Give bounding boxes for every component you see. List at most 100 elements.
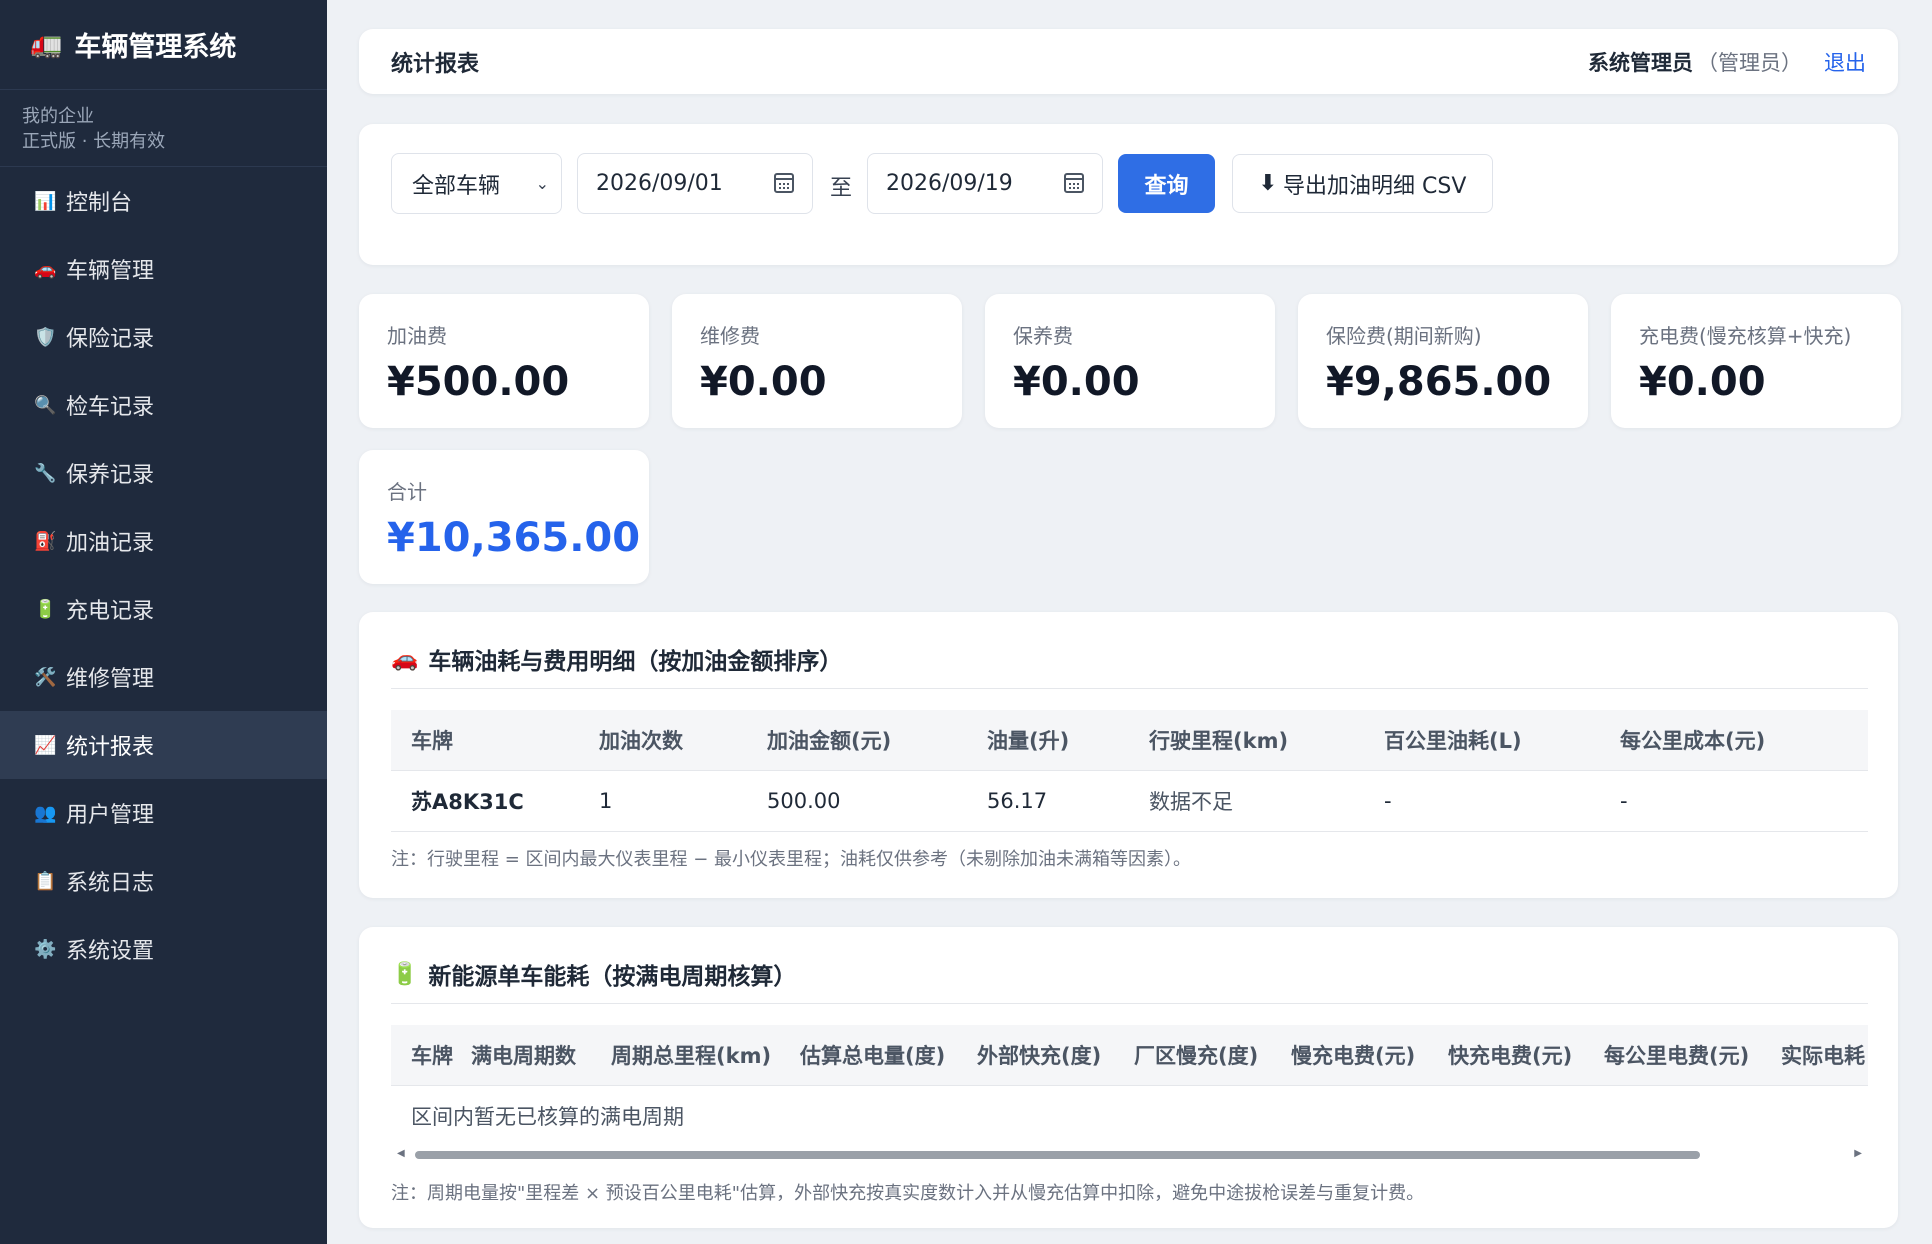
stat-card-total: 合计 ¥10,365.00 xyxy=(359,450,649,584)
ev-table-scroll-area[interactable]: 车牌 满电周期数 周期总里程(km) 估算总电量(度) 外部快充(度) 厂区慢充… xyxy=(391,1025,1868,1147)
magnifier-icon: 🔍 xyxy=(34,394,57,416)
query-button[interactable]: 查询 xyxy=(1118,154,1215,213)
end-date-value: 2026/09/19 xyxy=(886,171,1013,196)
table-cell: 1 xyxy=(599,788,613,813)
column-header: 加油金额(元) xyxy=(767,710,987,770)
stat-card-repair: 维修费 ¥0.00 xyxy=(672,294,962,428)
scroll-right-icon[interactable]: ▶ xyxy=(1854,1148,1862,1159)
export-csv-button[interactable]: ⬇ 导出加油明细 CSV xyxy=(1232,154,1493,213)
stat-value: ¥500.00 xyxy=(387,359,570,405)
section-title-text: 新能源单车能耗（按满电周期核算） xyxy=(428,964,797,990)
vehicle-select[interactable]: 全部车辆 ⌄ xyxy=(391,153,562,214)
column-header: 油量(升) xyxy=(987,710,1149,770)
download-icon: ⬇ xyxy=(1258,171,1278,196)
user-area: 系统管理员 （管理员） 退出 xyxy=(1588,47,1866,77)
sidebar-nav: 📊 控制台 🚗 车辆管理 🛡️ 保险记录 🔍 检车记录 🔧 保养记录 ⛽ 加油记录 🔋 充电记… xyxy=(0,167,327,983)
table-header-row: 车牌 满电周期数 周期总里程(km) 估算总电量(度) 外部快充(度) 厂区慢充… xyxy=(391,1025,1868,1085)
sidebar-item-inspection[interactable]: 🔍 检车记录 xyxy=(0,371,327,439)
sidebar-item-vehicles[interactable]: 🚗 车辆管理 xyxy=(0,235,327,303)
end-date-input[interactable]: 2026/09/19 xyxy=(867,153,1103,214)
sidebar-item-reports[interactable]: 📈 统计报表 xyxy=(0,711,327,779)
fuel-note: 注：行驶里程 = 区间内最大仪表里程 − 最小仪表里程；油耗仅供参考（未剔除加油… xyxy=(391,849,1192,870)
stat-label: 保养费 xyxy=(1013,324,1073,348)
horizontal-scrollbar[interactable]: ◀ ▶ xyxy=(391,1148,1868,1161)
column-header: 外部快充(度) xyxy=(977,1025,1134,1085)
sidebar-item-charging[interactable]: 🔋 充电记录 xyxy=(0,575,327,643)
start-date-value: 2026/09/01 xyxy=(596,171,723,196)
bar-chart-icon: 📊 xyxy=(34,190,57,212)
scrollbar-thumb[interactable] xyxy=(415,1151,1700,1159)
stat-label: 维修费 xyxy=(700,324,760,348)
battery-icon: 🔋 xyxy=(391,961,419,987)
stat-card-maintenance: 保养费 ¥0.00 xyxy=(985,294,1275,428)
sidebar-item-repair[interactable]: 🛠️ 维修管理 xyxy=(0,643,327,711)
column-header: 厂区慢充(度) xyxy=(1134,1025,1291,1085)
sidebar-item-logs[interactable]: 📋 系统日志 xyxy=(0,847,327,915)
vehicle-select-value: 全部车辆 xyxy=(412,173,501,199)
stat-card-insurance: 保险费(期间新购) ¥9,865.00 xyxy=(1298,294,1588,428)
calendar-icon[interactable] xyxy=(1064,173,1084,193)
stat-value: ¥9,865.00 xyxy=(1326,359,1552,405)
column-header: 行驶里程(km) xyxy=(1149,710,1384,770)
section-title: 🔋 新能源单车能耗（按满电周期核算） xyxy=(391,957,796,991)
stat-label: 保险费(期间新购) xyxy=(1326,324,1482,348)
sidebar-item-insurance[interactable]: 🛡️ 保险记录 xyxy=(0,303,327,371)
sidebar-item-label: 系统设置 xyxy=(66,939,155,964)
trend-chart-icon: 📈 xyxy=(34,734,57,756)
sidebar: 🚛 车辆管理系统 我的企业 正式版 · 长期有效 📊 控制台 🚗 车辆管理 🛡️ 保险… xyxy=(0,0,327,1244)
column-header: 车牌 xyxy=(391,1025,471,1085)
section-title-text: 车辆油耗与费用明细（按加油金额排序） xyxy=(428,649,843,675)
column-header: 慢充电费(元) xyxy=(1291,1025,1448,1085)
stat-value: ¥0.00 xyxy=(1013,359,1140,405)
sidebar-item-label: 系统日志 xyxy=(66,871,155,896)
column-header: 每公里成本(元) xyxy=(1620,710,1868,770)
stat-card-charging: 充电费(慢充核算+快充) ¥0.00 xyxy=(1611,294,1901,428)
stat-value: ¥0.00 xyxy=(700,359,827,405)
column-header: 周期总里程(km) xyxy=(611,1025,800,1085)
column-header: 百公里油耗(L) xyxy=(1384,710,1620,770)
org-info: 我的企业 正式版 · 长期有效 xyxy=(0,90,327,167)
stat-card-fuel: 加油费 ¥500.00 xyxy=(359,294,649,428)
logout-link[interactable]: 退出 xyxy=(1824,47,1866,77)
ev-energy-section: 🔋 新能源单车能耗（按满电周期核算） 车牌 满电周期数 周期总里程(km) 估算… xyxy=(359,927,1898,1228)
scroll-left-icon[interactable]: ◀ xyxy=(397,1148,405,1159)
sidebar-item-label: 用户管理 xyxy=(66,803,155,828)
table-cell: 500.00 xyxy=(767,788,841,813)
column-header: 快充电费(元) xyxy=(1448,1025,1604,1085)
fuel-pump-icon: ⛽ xyxy=(34,530,57,552)
table-cell: - xyxy=(1384,788,1392,813)
divider xyxy=(391,688,1868,689)
table-cell: - xyxy=(1620,788,1628,813)
sidebar-item-maintenance[interactable]: 🔧 保养记录 xyxy=(0,439,327,507)
section-title: 🚗 车辆油耗与费用明细（按加油金额排序） xyxy=(391,642,842,676)
sidebar-item-label: 保养记录 xyxy=(66,463,155,488)
table-row: 区间内暂无已核算的满电周期 xyxy=(391,1085,1868,1146)
column-header: 加油次数 xyxy=(599,710,767,770)
plate-cell: 苏A8K31C xyxy=(411,789,524,814)
sidebar-item-label: 维修管理 xyxy=(66,667,155,692)
sidebar-item-label: 控制台 xyxy=(66,191,133,216)
user-role: （管理员） xyxy=(1697,50,1802,75)
table-cell: 数据不足 xyxy=(1149,789,1233,814)
sidebar-item-label: 加油记录 xyxy=(66,531,155,556)
top-bar: 统计报表 系统管理员 （管理员） 退出 xyxy=(359,29,1898,94)
app-title: 车辆管理系统 xyxy=(74,32,237,63)
org-plan: 正式版 · 长期有效 xyxy=(22,131,166,152)
sidebar-item-users[interactable]: 👥 用户管理 xyxy=(0,779,327,847)
org-name: 我的企业 xyxy=(22,106,94,127)
empty-state-text: 区间内暂无已核算的满电周期 xyxy=(411,1104,684,1129)
sidebar-item-settings[interactable]: ⚙️ 系统设置 xyxy=(0,915,327,983)
total-value: ¥10,365.00 xyxy=(387,515,641,561)
calendar-icon[interactable] xyxy=(774,173,794,193)
filter-panel: 全部车辆 ⌄ 2026/09/01 至 2026/09/19 查询 ⬇ 导出加油… xyxy=(359,124,1898,265)
page-title: 统计报表 xyxy=(391,51,480,77)
car-icon: 🚗 xyxy=(34,258,57,280)
car-icon: 🚗 xyxy=(391,646,419,672)
sidebar-item-refuel[interactable]: ⛽ 加油记录 xyxy=(0,507,327,575)
sidebar-item-dashboard[interactable]: 📊 控制台 xyxy=(0,167,327,235)
sidebar-item-label: 保险记录 xyxy=(66,327,155,352)
start-date-input[interactable]: 2026/09/01 xyxy=(577,153,813,214)
users-icon: 👥 xyxy=(34,802,57,824)
sidebar-item-label: 车辆管理 xyxy=(66,259,155,284)
fuel-cost-section: 🚗 车辆油耗与费用明细（按加油金额排序） 车牌 加油次数 加油金额(元) 油量(… xyxy=(359,612,1898,898)
